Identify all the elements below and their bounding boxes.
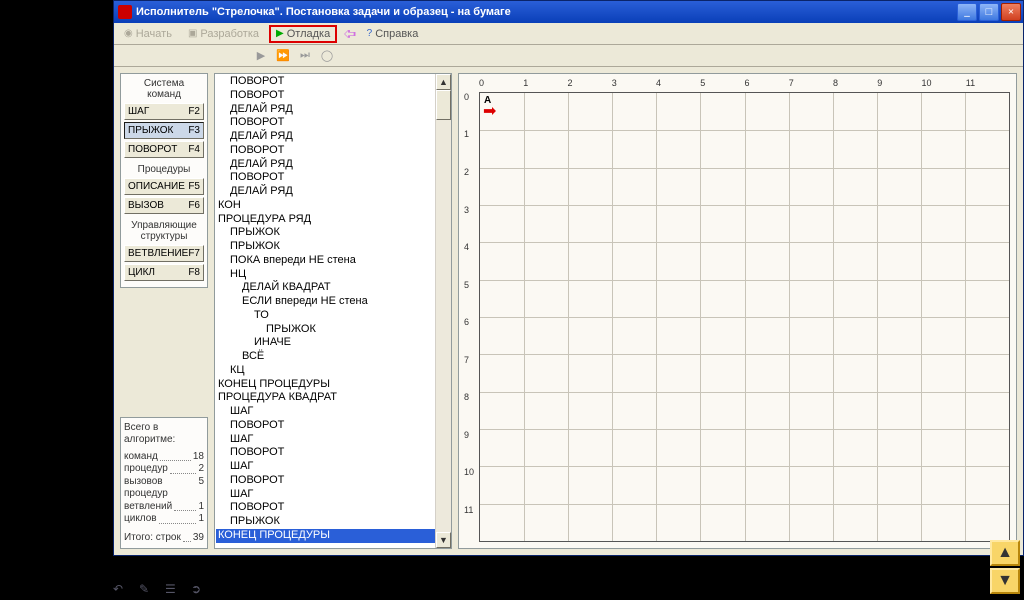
menu-dev[interactable]: ▣Разработка bbox=[182, 26, 265, 42]
vertical-scrollbar[interactable]: ▲ ▼ bbox=[435, 74, 451, 548]
code-line[interactable]: ПОВОРОТ bbox=[216, 144, 435, 158]
commands-panel: Система команд ШАГF2 ПРЫЖОКF3 ПОВОРОТF4 … bbox=[120, 73, 208, 288]
undo-icon[interactable]: ↶ bbox=[113, 582, 129, 596]
code-line[interactable]: ШАГ bbox=[216, 460, 435, 474]
code-line[interactable]: ПРОЦЕДУРА КВАДРАТ bbox=[216, 391, 435, 405]
menubar: ◉Начать ▣Разработка ▶Отладка ➪ ?Справка bbox=[114, 23, 1023, 45]
cmd-loop[interactable]: ЦИКЛF8 bbox=[124, 264, 204, 281]
code-line[interactable]: КОНЕЦ ПРОЦЕДУРЫ bbox=[216, 378, 435, 392]
stop-icon[interactable]: ◯ bbox=[320, 49, 334, 63]
cmd-turn[interactable]: ПОВОРОТF4 bbox=[124, 141, 204, 158]
code-line[interactable]: ПОВОРОТ bbox=[216, 116, 435, 130]
stat-row: команд18 bbox=[124, 451, 204, 464]
scroll-thumb[interactable] bbox=[436, 90, 451, 120]
scroll-up-icon[interactable]: ▲ bbox=[436, 74, 451, 90]
page-nav: ▲ ▼ bbox=[990, 540, 1020, 594]
code-line[interactable]: ДЕЛАЙ РЯД bbox=[216, 103, 435, 117]
code-line[interactable]: ПРОЦЕДУРА РЯД bbox=[216, 213, 435, 227]
toolbar: ▶ ⏩ ⏭ ◯ bbox=[114, 45, 1023, 67]
section-commands: Система команд bbox=[124, 78, 204, 100]
menu-help[interactable]: ?Справка bbox=[361, 26, 425, 42]
app-window: Исполнитель "Стрелочка". Постановка зада… bbox=[113, 0, 1024, 556]
forward-icon[interactable]: ➲ bbox=[191, 582, 207, 596]
code-line[interactable]: ПОВОРОТ bbox=[216, 89, 435, 103]
code-line[interactable]: ПРЫЖОК bbox=[216, 240, 435, 254]
code-pane: ПОВОРОТПОВОРОТДЕЛАЙ РЯДПОВОРОТДЕЛАЙ РЯДП… bbox=[214, 73, 452, 549]
maximize-button[interactable]: □ bbox=[979, 3, 999, 21]
code-line[interactable]: ДЕЛАЙ РЯД bbox=[216, 158, 435, 172]
code-line[interactable]: ДЕЛАЙ КВАДРАТ bbox=[216, 281, 435, 295]
code-line[interactable]: КЦ bbox=[216, 364, 435, 378]
code-line[interactable]: ПРЫЖОК bbox=[216, 515, 435, 529]
code-line[interactable]: ВСЁ bbox=[216, 350, 435, 364]
code-line[interactable]: НЦ bbox=[216, 268, 435, 282]
skip-icon[interactable]: ⏭ bbox=[298, 49, 312, 63]
axis-x: 01234567891011 bbox=[479, 78, 1010, 90]
code-line[interactable]: ПОВОРОТ bbox=[216, 419, 435, 433]
page-up-button[interactable]: ▲ bbox=[990, 540, 1020, 566]
code-line[interactable]: ПРЫЖОК bbox=[216, 323, 435, 337]
grid: A ➡ bbox=[479, 92, 1010, 542]
code-line[interactable]: ПОВОРОТ bbox=[216, 446, 435, 460]
axis-y: 01234567891011 bbox=[464, 92, 478, 542]
scroll-down-icon[interactable]: ▼ bbox=[436, 532, 451, 548]
code-line[interactable]: ПРЫЖОК bbox=[216, 226, 435, 240]
stat-row: ветвлений1 bbox=[124, 501, 204, 514]
code-line[interactable]: ПОВОРОТ bbox=[216, 474, 435, 488]
cmd-branch[interactable]: ВЕТВЛЕНИЕF7 bbox=[124, 245, 204, 262]
code-line[interactable]: ШАГ bbox=[216, 405, 435, 419]
code-line[interactable]: ТО bbox=[216, 309, 435, 323]
code-line[interactable]: ДЕЛАЙ РЯД bbox=[216, 130, 435, 144]
menu-start[interactable]: ◉Начать bbox=[118, 26, 178, 42]
page-down-button[interactable]: ▼ bbox=[990, 568, 1020, 594]
fast-forward-icon[interactable]: ⏩ bbox=[276, 49, 290, 63]
close-button[interactable]: × bbox=[1001, 3, 1021, 21]
content-area: Система команд ШАГF2 ПРЫЖОКF3 ПОВОРОТF4 … bbox=[114, 67, 1023, 555]
stats-header: Всего в алгоритме: bbox=[124, 422, 204, 447]
stat-total: Итого: строк39 bbox=[124, 532, 204, 545]
menu-debug[interactable]: ▶Отладка bbox=[269, 25, 337, 43]
app-icon bbox=[118, 5, 132, 19]
cmd-call[interactable]: ВЫЗОВF6 bbox=[124, 197, 204, 214]
sidebar: Система команд ШАГF2 ПРЫЖОКF3 ПОВОРОТF4 … bbox=[120, 73, 208, 549]
play-icon[interactable]: ▶ bbox=[254, 49, 268, 63]
code-line[interactable]: ИНАЧЕ bbox=[216, 336, 435, 350]
window-title: Исполнитель "Стрелочка". Постановка зада… bbox=[136, 6, 957, 18]
code-listing[interactable]: ПОВОРОТПОВОРОТДЕЛАЙ РЯДПОВОРОТДЕЛАЙ РЯДП… bbox=[215, 74, 435, 548]
minimize-button[interactable]: _ bbox=[957, 3, 977, 21]
field-pane: 01234567891011 01234567891011 A ➡ bbox=[458, 73, 1017, 549]
stat-row: вызовов процедур5 bbox=[124, 476, 204, 501]
code-line[interactable]: КОНЕЦ ПРОЦЕДУРЫ bbox=[216, 529, 435, 543]
code-line[interactable]: ШАГ bbox=[216, 488, 435, 502]
code-line[interactable]: ШАГ bbox=[216, 433, 435, 447]
code-line[interactable]: ПОВОРОТ bbox=[216, 75, 435, 89]
code-line[interactable]: КОН bbox=[216, 199, 435, 213]
section-procedures: Процедуры bbox=[124, 164, 204, 175]
titlebar: Исполнитель "Стрелочка". Постановка зада… bbox=[114, 1, 1023, 23]
cmd-describe[interactable]: ОПИСАНИЕF5 bbox=[124, 178, 204, 195]
section-control: Управляющие структуры bbox=[124, 220, 204, 242]
annotation-arrow-icon: ➪ bbox=[343, 24, 356, 44]
stat-row: процедур2 bbox=[124, 463, 204, 476]
stats-panel: Всего в алгоритме: команд18 процедур2 вы… bbox=[120, 417, 208, 550]
cmd-jump[interactable]: ПРЫЖОКF3 bbox=[124, 122, 204, 139]
list-icon[interactable]: ☰ bbox=[165, 582, 181, 596]
code-line[interactable]: ПОВОРОТ bbox=[216, 501, 435, 515]
code-line[interactable]: ПОКА впереди НЕ стена bbox=[216, 254, 435, 268]
code-line[interactable]: ДЕЛАЙ РЯД bbox=[216, 185, 435, 199]
robot-arrow-icon: ➡ bbox=[483, 104, 496, 120]
bottom-toolbar: ↶ ✎ ☰ ➲ bbox=[113, 582, 207, 596]
cmd-step[interactable]: ШАГF2 bbox=[124, 103, 204, 120]
code-line[interactable]: ПОВОРОТ bbox=[216, 171, 435, 185]
pencil-icon[interactable]: ✎ bbox=[139, 582, 155, 596]
stat-row: циклов1 bbox=[124, 513, 204, 526]
code-line[interactable]: ЕСЛИ впереди НЕ стена bbox=[216, 295, 435, 309]
